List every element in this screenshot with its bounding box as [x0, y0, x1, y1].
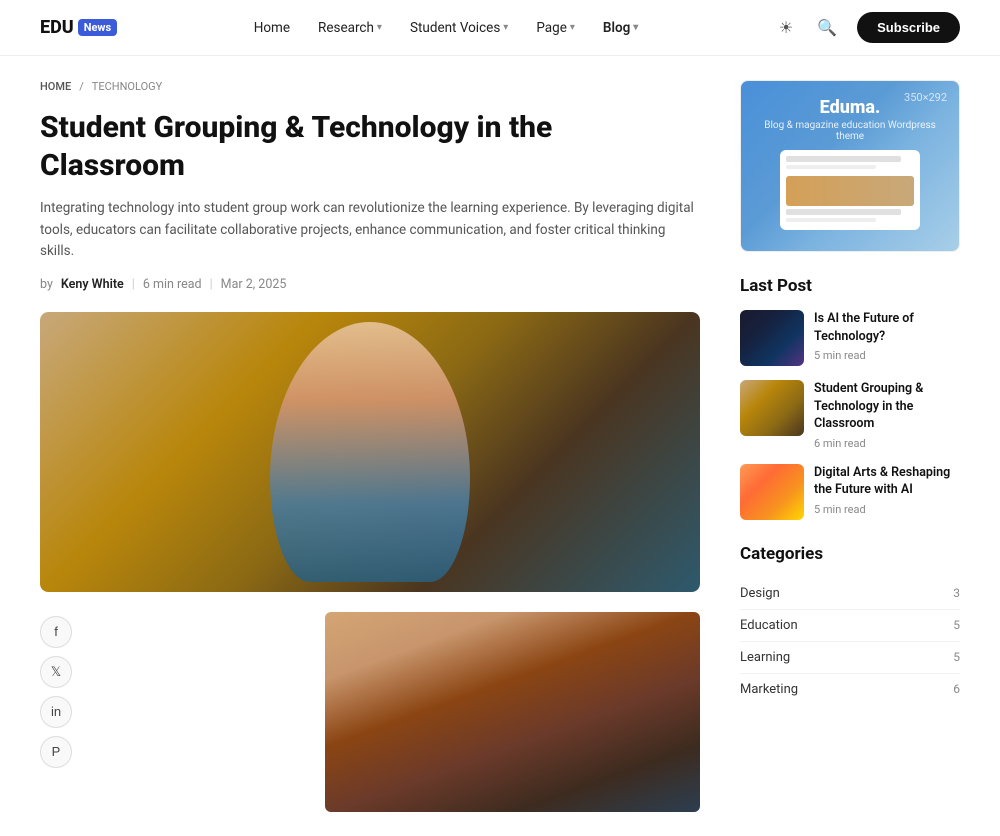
hero-image-canvas — [40, 312, 700, 592]
chevron-down-icon: ▾ — [570, 22, 575, 33]
post-thumbnail-1 — [740, 310, 804, 366]
ad-subtitle: Blog & magazine education Wordpress them… — [757, 120, 943, 142]
post-readtime-1: 5 min read — [814, 349, 960, 362]
category-marketing[interactable]: Marketing 6 — [740, 674, 960, 705]
nav-blog[interactable]: Blog ▾ — [603, 20, 638, 36]
theme-toggle-button[interactable]: ☀ — [775, 14, 797, 42]
last-posts-section: Last Post Is AI the Future of Technology… — [740, 276, 960, 520]
categories-section: Categories Design 3 Education 5 Learning… — [740, 544, 960, 705]
meta-separator-2: | — [210, 277, 213, 292]
post-thumbnail-3 — [740, 464, 804, 520]
header-actions: ☀ 🔍 Subscribe — [775, 12, 960, 43]
category-count-design: 3 — [953, 586, 960, 600]
category-count-learning: 5 — [953, 650, 960, 664]
share-facebook-button[interactable]: f — [40, 616, 72, 648]
person-silhouette — [270, 322, 470, 582]
ad-screenshot — [780, 150, 920, 230]
ss-line-4 — [786, 218, 876, 222]
category-name-marketing: Marketing — [740, 682, 798, 697]
search-button[interactable]: 🔍 — [813, 14, 841, 42]
post-title-2: Student Grouping & Technology in the Cla… — [814, 380, 960, 433]
ss-line-2 — [786, 165, 876, 169]
post-info-3: Digital Arts & Reshaping the Future with… — [814, 464, 960, 520]
chevron-down-icon: ▾ — [503, 22, 508, 33]
article-excerpt: Integrating technology into student grou… — [40, 198, 700, 263]
logo[interactable]: EDU News — [40, 17, 117, 38]
content-area: HOME / TECHNOLOGY Student Grouping & Tec… — [40, 80, 700, 812]
breadcrumb: HOME / TECHNOLOGY — [40, 80, 700, 93]
list-item[interactable]: Digital Arts & Reshaping the Future with… — [740, 464, 960, 520]
article-title: Student Grouping & Technology in the Cla… — [40, 109, 700, 184]
hero-figure — [40, 312, 700, 592]
read-time: 6 min read — [143, 277, 202, 292]
nav-home[interactable]: Home — [254, 20, 290, 36]
share-twitter-button[interactable]: 𝕏 — [40, 656, 72, 688]
category-education[interactable]: Education 5 — [740, 610, 960, 642]
logo-badge: News — [78, 19, 117, 36]
ss-line-1 — [786, 156, 901, 162]
subscribe-button[interactable]: Subscribe — [857, 12, 960, 43]
breadcrumb-separator: / — [79, 80, 84, 93]
last-post-heading: Last Post — [740, 276, 960, 296]
breadcrumb-home[interactable]: HOME — [40, 80, 71, 93]
ss-line-3 — [786, 209, 901, 215]
sidebar: 350×292 Eduma. Blog & magazine education… — [740, 80, 960, 812]
share-pinterest-button[interactable]: P — [40, 736, 72, 768]
sidebar-ad-inner: 350×292 Eduma. Blog & magazine education… — [741, 81, 959, 251]
share-linkedin-button[interactable]: in — [40, 696, 72, 728]
logo-edu-text: EDU — [40, 17, 74, 38]
post-title-3: Digital Arts & Reshaping the Future with… — [814, 464, 960, 499]
main-nav: Home Research ▾ Student Voices ▾ Page ▾ … — [254, 20, 639, 36]
sidebar-ad[interactable]: 350×292 Eduma. Blog & magazine education… — [740, 80, 960, 252]
post-readtime-2: 6 min read — [814, 437, 960, 450]
article-date: Mar 2, 2025 — [221, 277, 287, 292]
post-info-2: Student Grouping & Technology in the Cla… — [814, 380, 960, 450]
category-count-education: 5 — [953, 618, 960, 632]
article-body: f 𝕏 in P — [40, 612, 700, 812]
author-prefix: by — [40, 277, 53, 292]
category-name-design: Design — [740, 586, 780, 601]
post-readtime-3: 5 min read — [814, 503, 960, 516]
category-design[interactable]: Design 3 — [740, 578, 960, 610]
header: EDU News Home Research ▾ Student Voices … — [0, 0, 1000, 56]
nav-research[interactable]: Research ▾ — [318, 20, 382, 36]
chevron-down-icon: ▾ — [633, 22, 638, 33]
list-item[interactable]: Student Grouping & Technology in the Cla… — [740, 380, 960, 450]
social-share: f 𝕏 in P — [40, 612, 72, 768]
post-thumbnail-2 — [740, 380, 804, 436]
categories-heading: Categories — [740, 544, 960, 564]
chevron-down-icon: ▾ — [377, 22, 382, 33]
post-info-1: Is AI the Future of Technology? 5 min re… — [814, 310, 960, 366]
category-name-education: Education — [740, 618, 798, 633]
second-article-image — [325, 612, 700, 812]
nav-page[interactable]: Page ▾ — [536, 20, 575, 36]
breadcrumb-current: TECHNOLOGY — [92, 80, 162, 93]
article-meta: by Keny White | 6 min read | Mar 2, 2025 — [40, 277, 700, 292]
category-learning[interactable]: Learning 5 — [740, 642, 960, 674]
ss-img — [786, 176, 914, 206]
category-name-learning: Learning — [740, 650, 790, 665]
list-item[interactable]: Is AI the Future of Technology? 5 min re… — [740, 310, 960, 366]
meta-separator: | — [132, 277, 135, 292]
category-count-marketing: 6 — [953, 682, 960, 696]
nav-student-voices[interactable]: Student Voices ▾ — [410, 20, 508, 36]
main-container: HOME / TECHNOLOGY Student Grouping & Tec… — [20, 56, 980, 836]
ad-dimensions: 350×292 — [904, 91, 947, 104]
hero-image — [40, 312, 700, 592]
article-author[interactable]: Keny White — [61, 277, 124, 292]
post-title-1: Is AI the Future of Technology? — [814, 310, 960, 345]
